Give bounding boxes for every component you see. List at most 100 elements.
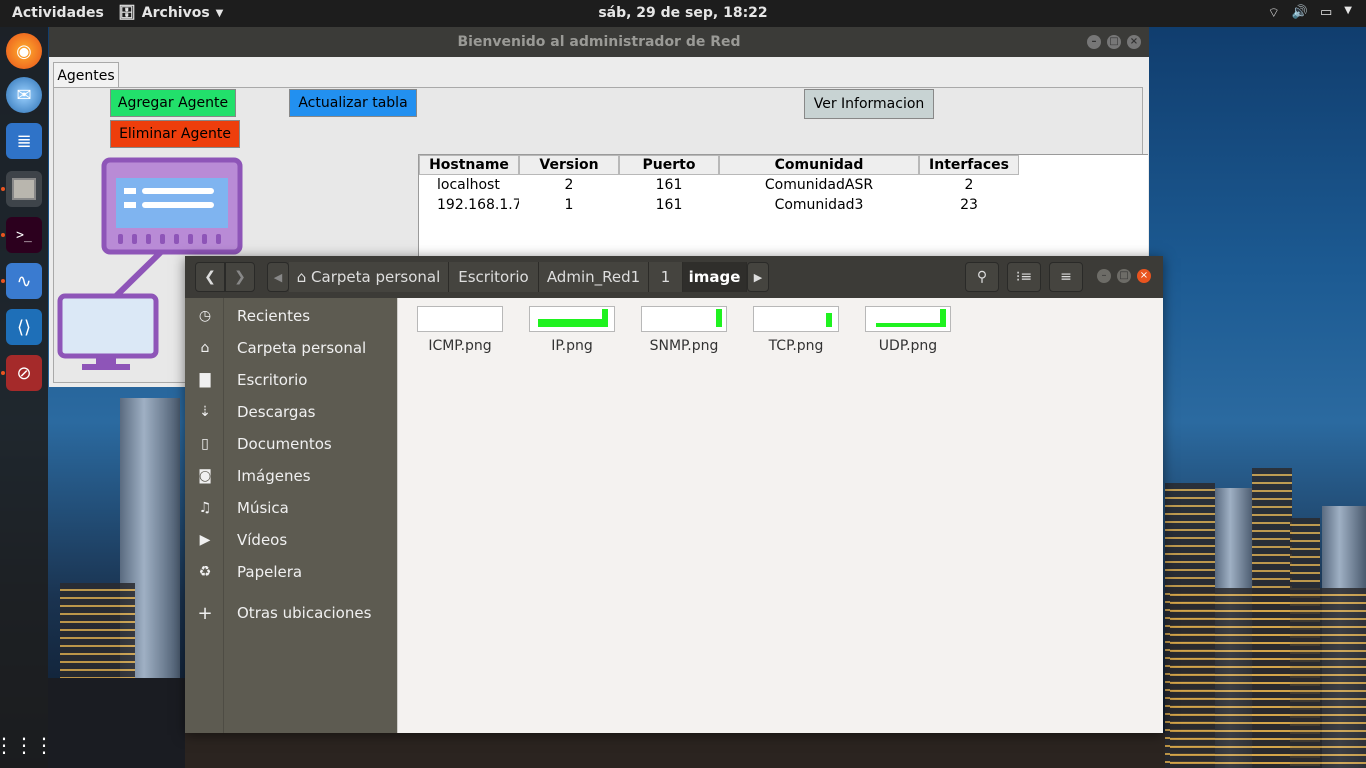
minimize-button[interactable]: – [1097, 269, 1111, 283]
window-titlebar[interactable]: Bienvenido al administrador de Red – □ × [49, 27, 1149, 57]
table-cell[interactable]: 2 [919, 175, 1019, 195]
trash-icon: ♻ [198, 564, 212, 580]
terminal-icon[interactable]: >_ [6, 217, 42, 253]
image-thumbnail [753, 306, 839, 332]
home-icon: ⌂ [296, 268, 307, 286]
building [1170, 588, 1366, 768]
image-thumbnail [417, 306, 503, 332]
breadcrumb-item[interactable]: Escritorio [449, 262, 539, 292]
search-icon: ⚲ [976, 269, 988, 285]
sidebar-item-videos[interactable]: ▶ Vídeos [185, 525, 397, 555]
java-app-icon[interactable]: ⊘ [6, 355, 42, 391]
download-icon: ⇣ [199, 404, 211, 420]
headerbar[interactable]: ❮ ❯ ◀ ⌂ Carpeta personal Escritorio Admi… [185, 256, 1163, 298]
column-header[interactable]: Comunidad [719, 155, 919, 175]
file-manager-window: ❮ ❯ ◀ ⌂ Carpeta personal Escritorio Admi… [185, 256, 1163, 733]
close-button[interactable]: × [1127, 35, 1141, 49]
music-icon: ♫ [198, 500, 212, 516]
vscode-icon[interactable]: ⟨⟩ [6, 309, 42, 345]
forward-button[interactable]: ❯ [225, 262, 255, 292]
breadcrumb-home[interactable]: ⌂ Carpeta personal [289, 262, 449, 292]
building [48, 678, 188, 768]
home-icon: ⌂ [200, 340, 210, 356]
sidebar-item-documentos[interactable]: ▯ Documentos [185, 429, 397, 459]
path-scroll-left[interactable]: ◀ [267, 262, 289, 292]
breadcrumb-item[interactable]: Admin_Red1 [539, 262, 649, 292]
breadcrumb-item[interactable]: 1 [649, 262, 683, 292]
table-cell[interactable]: 161 [619, 175, 719, 195]
remove-agent-button[interactable]: Eliminar Agente [110, 120, 240, 148]
agents-table[interactable]: Hostname Version Puerto Comunidad Interf… [418, 154, 1148, 264]
sidebar-item-descargas[interactable]: ⇣ Descargas [185, 397, 397, 427]
refresh-table-button[interactable]: Actualizar tabla [289, 89, 417, 117]
file-item[interactable]: IP.png [522, 306, 622, 354]
path-scroll-right[interactable]: ▶ [747, 262, 769, 292]
file-item[interactable]: TCP.png [746, 306, 846, 354]
sidebar-item-escritorio[interactable]: ▇ Escritorio [185, 365, 397, 395]
table-cell[interactable]: 23 [919, 195, 1019, 215]
running-indicator [1, 371, 5, 375]
running-indicator [1, 279, 5, 283]
volume-icon: 🔊 [1291, 5, 1308, 20]
plus-icon: + [197, 602, 213, 624]
search-button[interactable]: ⚲ [965, 262, 999, 292]
sidebar-item-imagenes[interactable]: ◙ Imágenes [185, 461, 397, 491]
folder-icon: ▇ [199, 372, 211, 388]
dock: ◉ ✉ ≣ >_ ∿ ⟨⟩ ⊘ ⋮⋮⋮ [0, 27, 54, 768]
table-cell[interactable]: Comunidad3 [719, 195, 919, 215]
minimize-button[interactable]: – [1087, 35, 1101, 49]
sidebar-item-recientes[interactable]: ◷ Recientes [185, 301, 397, 331]
file-item[interactable]: SNMP.png [634, 306, 734, 354]
table-cell[interactable]: 1 [519, 195, 619, 215]
skyline-base [185, 733, 1165, 768]
sidebar-item-musica[interactable]: ♫ Música [185, 493, 397, 523]
file-name: TCP.png [768, 338, 824, 354]
view-info-button[interactable]: Ver Informacion [804, 89, 934, 119]
column-header[interactable]: Puerto [619, 155, 719, 175]
sidebar-divider [223, 298, 224, 733]
tab-agentes[interactable]: Agentes [53, 62, 119, 88]
thunderbird-icon[interactable]: ✉ [6, 77, 42, 113]
file-item[interactable]: ICMP.png [410, 306, 510, 354]
running-indicator [1, 187, 5, 191]
sidebar-item-home[interactable]: ⌂ Carpeta personal [185, 333, 397, 363]
chevron-left-icon: ❮ [204, 269, 216, 285]
view-toggle-button[interactable]: ⁝≡ [1007, 262, 1041, 292]
sidebar-item-papelera[interactable]: ♻ Papelera [185, 557, 397, 587]
table-cell[interactable]: 192.168.1.79 [437, 195, 519, 215]
places-sidebar: ◷ Recientes ⌂ Carpeta personal ▇ Escritorio… [185, 298, 397, 733]
column-header[interactable]: Hostname [419, 155, 519, 175]
close-button[interactable]: × [1137, 269, 1151, 283]
files-icon[interactable] [6, 171, 42, 207]
file-name: IP.png [551, 338, 593, 354]
status-menu[interactable]: ⌔ 🔊 ▭ ▼ [1268, 5, 1352, 21]
file-view[interactable]: ICMP.png IP.png SNMP.png TCP.png UDP.png [397, 298, 1163, 733]
top-bar: Actividades 🗄 Archivos ▼ sáb, 29 de sep,… [0, 0, 1366, 27]
table-cell[interactable]: 2 [519, 175, 619, 195]
wifi-icon: ⌔ [1267, 6, 1280, 21]
image-thumbnail [641, 306, 727, 332]
clock[interactable]: sáb, 29 de sep, 18:22 [0, 5, 1366, 21]
column-header[interactable]: Version [519, 155, 619, 175]
back-button[interactable]: ❮ [195, 262, 225, 292]
file-name: UDP.png [878, 338, 938, 354]
add-agent-button[interactable]: Agregar Agente [110, 89, 236, 117]
maximize-button[interactable]: □ [1107, 35, 1121, 49]
menu-button[interactable]: ≡ [1049, 262, 1083, 292]
show-apps-icon[interactable]: ⋮⋮⋮ [0, 727, 54, 763]
file-name: ICMP.png [428, 338, 492, 354]
maximize-button[interactable]: □ [1117, 269, 1131, 283]
file-item[interactable]: UDP.png [858, 306, 958, 354]
monitor-icon[interactable]: ∿ [6, 263, 42, 299]
table-cell[interactable]: 161 [619, 195, 719, 215]
running-indicator [1, 233, 5, 237]
firefox-icon[interactable]: ◉ [6, 33, 42, 69]
writer-icon[interactable]: ≣ [6, 123, 42, 159]
table-cell[interactable]: localhost [437, 175, 519, 195]
column-header[interactable]: Interfaces [919, 155, 1019, 175]
breadcrumb-current[interactable]: image [683, 262, 747, 292]
table-cell[interactable]: ComunidadASR [719, 175, 919, 195]
clock-icon: ◷ [198, 308, 212, 324]
image-thumbnail [529, 306, 615, 332]
sidebar-item-other-locations[interactable]: + Otras ubicaciones [185, 598, 397, 628]
